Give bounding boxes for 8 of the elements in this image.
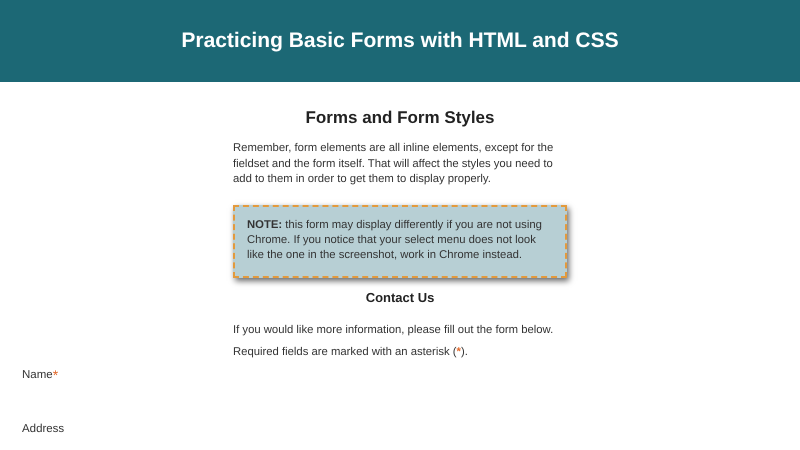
field-label: Address bbox=[22, 422, 64, 434]
intro-paragraph: Remember, form elements are all inline elements, except for the fieldset and the form itself. That will affect the styles you need to add to them in order to get them to display properly. bbox=[233, 141, 554, 187]
note-box: NOTE: this form may display differently if you are not using Chrome. If you notice that your select menu does not look like the one in the screenshot, work in Chrome instead. bbox=[233, 204, 567, 278]
field-label: Name* bbox=[22, 368, 58, 380]
contact-paragraph: If you would like more information, please fill out the form below. Required fields are marked with an asterisk (*). bbox=[233, 322, 554, 360]
page-title: Practicing Basic Forms with HTML and CSS bbox=[181, 29, 619, 53]
section-heading: Forms and Form Styles bbox=[304, 108, 496, 128]
contact-heading: Contact Us bbox=[364, 290, 436, 304]
